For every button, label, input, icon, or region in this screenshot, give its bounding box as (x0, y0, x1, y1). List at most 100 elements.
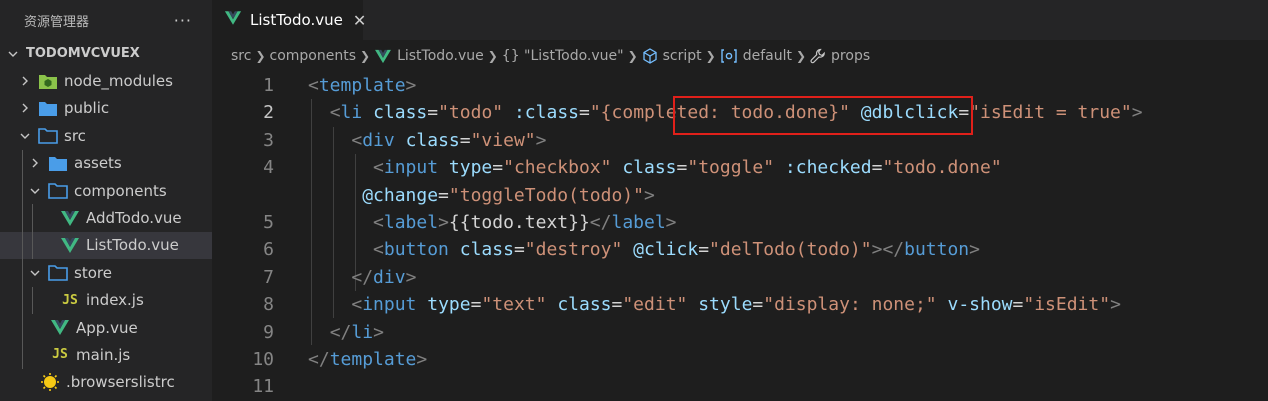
line-number: 2 (263, 102, 274, 124)
line-number: 4 (263, 157, 274, 179)
tree-item-assets[interactable]: assets (0, 149, 212, 177)
vue-icon (60, 209, 80, 227)
tree-item-label: node_modules (64, 72, 173, 91)
code-text: <li class="todo" :class="{completed: tod… (329, 102, 1143, 124)
tree-item-listtodo-vue[interactable]: ListTodo.vue (0, 231, 212, 260)
tree-item-label: assets (74, 154, 122, 173)
code-line: 6 <button class="destroy" @click="delTod… (212, 236, 1268, 263)
indent-guide (22, 231, 23, 260)
code-text: <label>{{todo.text}}</label> (373, 211, 677, 233)
indent-guide (32, 286, 33, 314)
chevron-right-icon: ❯ (627, 49, 638, 63)
line-number: 1 (263, 75, 274, 96)
code-line: 9 </li> (212, 319, 1268, 346)
tree-item-browserslistrc[interactable]: .browserslistrc (0, 369, 212, 396)
tree-item-label: ListTodo.vue (86, 236, 179, 255)
code-line: 8 <input type="text" class="edit" style=… (212, 291, 1268, 318)
project-root[interactable]: TODOMVCVUEX (0, 40, 212, 67)
indent-guide (32, 204, 33, 232)
breadcrumb-item[interactable]: {} "ListTodo.vue" (502, 48, 624, 64)
code-line: @change="toggleTodo(todo)"> (212, 182, 1268, 209)
chevron-right-icon: ❯ (705, 49, 716, 63)
indent-guide (22, 204, 23, 232)
code-line: 3 <div class="view"> (212, 127, 1268, 154)
chevron-right-icon (28, 158, 42, 168)
explorer-sidebar: 资源管理器 ··· TODOMVCVUEX node_modules publi… (0, 0, 212, 401)
tree-item-label: index.js (86, 291, 144, 310)
chevron-right-icon (18, 103, 32, 113)
breadcrumb-item[interactable]: components (270, 48, 357, 64)
indent-guide (22, 286, 23, 314)
breadcrumb: src ❯ components ❯ ListTodo.vue ❯ {} "Li… (212, 40, 1268, 72)
line-number: 8 (263, 294, 274, 316)
tree-item-label: App.vue (76, 318, 138, 337)
code-text: <template> (308, 75, 417, 96)
tab-bar: ListTodo.vue ✕ (212, 0, 1268, 40)
indent-guide (22, 341, 23, 369)
code-text: </div> (351, 266, 417, 288)
editor-area: ListTodo.vue ✕ src ❯ components ❯ ListTo… (212, 0, 1268, 401)
symbol-namespace-icon (720, 49, 738, 63)
explorer-header: 资源管理器 ··· (0, 0, 212, 40)
tree-item-components[interactable]: components (0, 176, 212, 205)
line-number: 3 (263, 129, 274, 151)
folder-icon (48, 154, 68, 172)
close-icon[interactable]: ✕ (353, 11, 366, 30)
line-number: 9 (263, 321, 274, 343)
tree-item-main-js[interactable]: JS main.js (0, 341, 212, 369)
chevron-right-icon (18, 76, 32, 86)
tree-item-public[interactable]: public (0, 95, 212, 122)
folder-open-icon (48, 182, 68, 200)
code-editor[interactable]: 1 <template> 2 <li class="todo" :class="{… (212, 72, 1268, 401)
breadcrumb-item[interactable]: props (831, 48, 870, 64)
tree-item-label: src (64, 126, 86, 145)
vue-icon (60, 236, 80, 254)
tree-item-node-modules[interactable]: node_modules (0, 67, 212, 94)
code-text: <div class="view"> (351, 129, 547, 151)
cube-icon (642, 48, 658, 64)
vue-icon (224, 10, 242, 30)
folder-icon (38, 99, 58, 117)
tree-item-index-js[interactable]: JS index.js (0, 286, 212, 314)
tree-item-label: .browserslistrc (66, 373, 175, 392)
code-line: 5 <label>{{todo.text}}</label> (212, 209, 1268, 236)
tab-listtodo-vue[interactable]: ListTodo.vue ✕ (212, 0, 366, 40)
js-icon: JS (62, 292, 78, 308)
folder-open-icon (38, 127, 58, 145)
tree-item-src[interactable]: src (0, 122, 212, 149)
code-line: 4 <input type="checkbox" class="toggle" … (212, 154, 1268, 181)
chevron-right-icon: ❯ (795, 49, 807, 63)
breadcrumb-item[interactable]: ListTodo.vue (397, 48, 484, 64)
chevron-down-icon (18, 131, 32, 141)
code-line: 7 </div> (212, 264, 1268, 291)
node-modules-folder-icon (38, 72, 58, 90)
breadcrumb-item[interactable]: script (663, 48, 702, 64)
indent-guide (22, 259, 23, 287)
project-name: TODOMVCVUEX (26, 46, 140, 62)
tree-item-label: components (74, 181, 167, 200)
line-number: 11 (252, 376, 274, 398)
breadcrumb-item[interactable]: default (743, 48, 792, 64)
vue-icon (374, 49, 392, 64)
code-text: </li> (329, 321, 384, 343)
explorer-title: 资源管理器 (24, 14, 90, 30)
code-text: <input type="checkbox" class="toggle" :c… (373, 157, 1002, 179)
chevron-right-icon: ❯ (360, 49, 371, 63)
indent-guide (32, 231, 33, 260)
chevron-right-icon: ❯ (255, 49, 266, 63)
chevron-down-icon (28, 268, 42, 278)
tree-item-store[interactable]: store (0, 259, 212, 287)
code-text: <input type="text" class="edit" style="d… (351, 294, 1121, 316)
tree-item-label: main.js (76, 345, 131, 364)
breadcrumb-item[interactable]: src (231, 48, 251, 64)
tree-item-app-vue[interactable]: App.vue (0, 313, 212, 342)
more-actions-icon[interactable]: ··· (174, 11, 192, 30)
tab-label: ListTodo.vue (250, 11, 343, 29)
browserslist-icon (40, 373, 60, 392)
code-line: 1 <template> (212, 72, 1268, 99)
code-line: 10 </template> (212, 346, 1268, 373)
js-icon: JS (52, 347, 68, 363)
vscode-window: 资源管理器 ··· TODOMVCVUEX node_modules publi… (0, 0, 1268, 401)
tree-item-label: store (74, 263, 112, 282)
tree-item-addtodo-vue[interactable]: AddTodo.vue (0, 204, 212, 232)
